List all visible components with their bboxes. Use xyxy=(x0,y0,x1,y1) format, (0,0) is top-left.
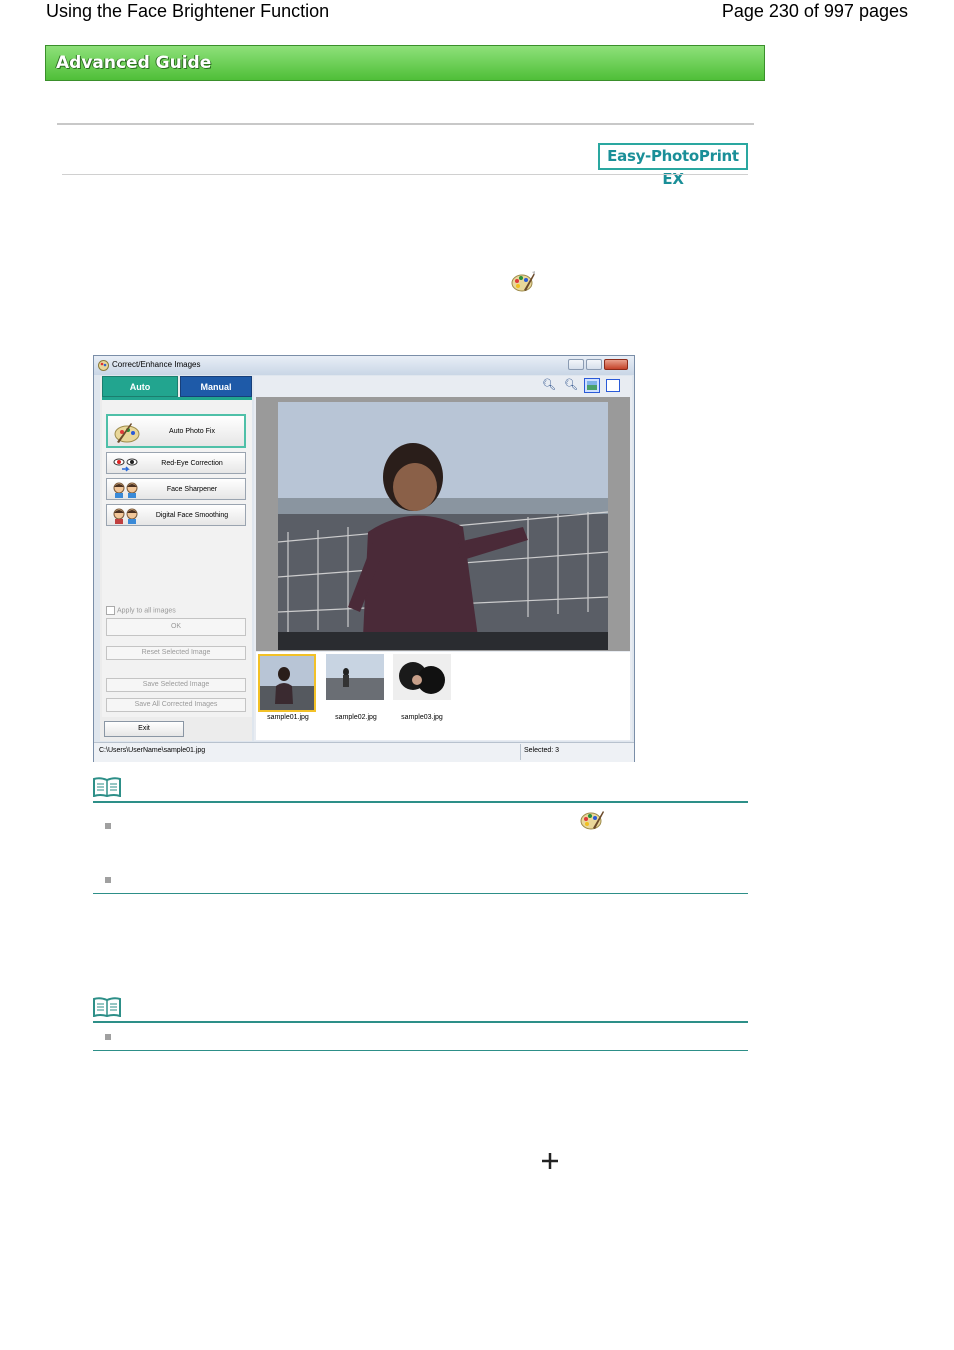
divider xyxy=(57,123,754,125)
note-divider xyxy=(93,1050,748,1051)
image-icon xyxy=(587,381,597,390)
red-eye-icon xyxy=(113,458,138,472)
app-icon xyxy=(98,360,109,371)
note-divider xyxy=(93,893,748,894)
thumbnail-label: sample01.jpg xyxy=(267,714,309,721)
status-divider xyxy=(520,744,521,760)
note-book-icon xyxy=(93,997,121,1017)
red-eye-correction-button[interactable]: Red-Eye Correction xyxy=(106,452,246,474)
page-header-title: Using the Face Brightener Function xyxy=(46,1,330,21)
thumbnail-image xyxy=(393,654,451,700)
thumbnail-1[interactable] xyxy=(258,654,316,712)
thumbnail-image xyxy=(326,654,384,700)
tab-manual[interactable]: Manual xyxy=(180,376,252,397)
save-selected-button[interactable]: Save Selected Image xyxy=(106,678,246,692)
divider xyxy=(62,174,748,175)
whole-image-view-icon[interactable] xyxy=(584,378,600,393)
exit-button[interactable]: Exit xyxy=(104,721,184,737)
image-preview-area xyxy=(256,397,630,651)
checkbox-box[interactable] xyxy=(106,606,115,615)
palette-brush-icon xyxy=(580,811,604,830)
apply-all-checkbox[interactable]: Apply to all images xyxy=(106,606,176,615)
product-badge: Easy-PhotoPrint EX xyxy=(598,143,748,188)
red-eye-label: Red-Eye Correction xyxy=(161,460,223,467)
apply-all-label: Apply to all images xyxy=(117,607,176,615)
bullet xyxy=(105,1034,111,1040)
window-title: Correct/Enhance Images xyxy=(112,360,201,369)
reset-selected-button[interactable]: Reset Selected Image xyxy=(106,646,246,660)
preview-photo xyxy=(278,402,608,650)
thumbnail-3[interactable] xyxy=(393,654,451,712)
bullet xyxy=(105,877,111,883)
auto-photo-fix-label: Auto Photo Fix xyxy=(169,428,215,435)
correct-enhance-window: Correct/Enhance Images Auto Manual Auto … xyxy=(93,355,635,762)
zoom-out-icon[interactable]: 🔍︎ xyxy=(564,378,578,391)
close-button[interactable] xyxy=(604,359,628,370)
window-titlebar: Correct/Enhance Images xyxy=(94,356,634,375)
page-number: Page 230 of 997 pages xyxy=(721,1,908,21)
bullet xyxy=(105,823,111,829)
save-all-button[interactable]: Save All Corrected Images xyxy=(106,698,246,712)
digital-face-smoothing-label: Digital Face Smoothing xyxy=(155,512,229,519)
digital-face-smoothing-button[interactable]: Digital Face Smoothing xyxy=(106,504,246,526)
plus-icon xyxy=(542,1153,558,1169)
minimize-button[interactable] xyxy=(568,359,584,370)
preview-pane: 🔍︎ 🔍︎ sample01.jpg sample02.jpg sample03… xyxy=(254,376,632,741)
status-bar: C:\Users\UserName\sample01.jpg Selected:… xyxy=(94,742,634,762)
digital-face-smoothing-icon xyxy=(113,508,138,524)
thumbnail-label: sample02.jpg xyxy=(335,714,377,721)
tab-auto[interactable]: Auto xyxy=(102,376,178,397)
face-sharpener-button[interactable]: Face Sharpener xyxy=(106,478,246,500)
status-path: C:\Users\UserName\sample01.jpg xyxy=(99,747,206,754)
banner-label: Advanced Guide xyxy=(56,53,212,73)
ok-button[interactable]: OK xyxy=(106,618,246,636)
thumbnail-strip: sample01.jpg sample02.jpg sample03.jpg xyxy=(256,652,630,740)
status-selected: Selected: 3 xyxy=(524,747,560,754)
face-sharpener-label: Face Sharpener xyxy=(166,486,218,493)
face-sharpener-icon xyxy=(113,482,138,498)
maximize-button[interactable] xyxy=(586,359,602,370)
note-divider xyxy=(93,1021,748,1023)
zoom-in-icon[interactable]: 🔍︎ xyxy=(542,378,556,391)
thumbnail-image xyxy=(260,656,314,710)
auto-photo-fix-button[interactable]: Auto Photo Fix xyxy=(106,414,246,448)
auto-panel: Auto Photo Fix Red-Eye Correction Face S… xyxy=(102,397,252,717)
thumbnail-label: sample03.jpg xyxy=(401,714,443,721)
note-book-icon xyxy=(93,777,121,797)
compare-view-icon[interactable] xyxy=(606,379,620,392)
note-divider xyxy=(93,801,748,803)
thumbnail-2[interactable] xyxy=(326,654,384,712)
product-badge-label: Easy-PhotoPrint EX xyxy=(607,147,739,188)
palette-brush-icon xyxy=(511,271,535,292)
left-panel: Auto Manual Auto Photo Fix Red-Eye Corre… xyxy=(100,376,252,741)
advanced-guide-banner: Advanced Guide xyxy=(45,45,765,81)
auto-photo-fix-icon xyxy=(114,423,140,443)
